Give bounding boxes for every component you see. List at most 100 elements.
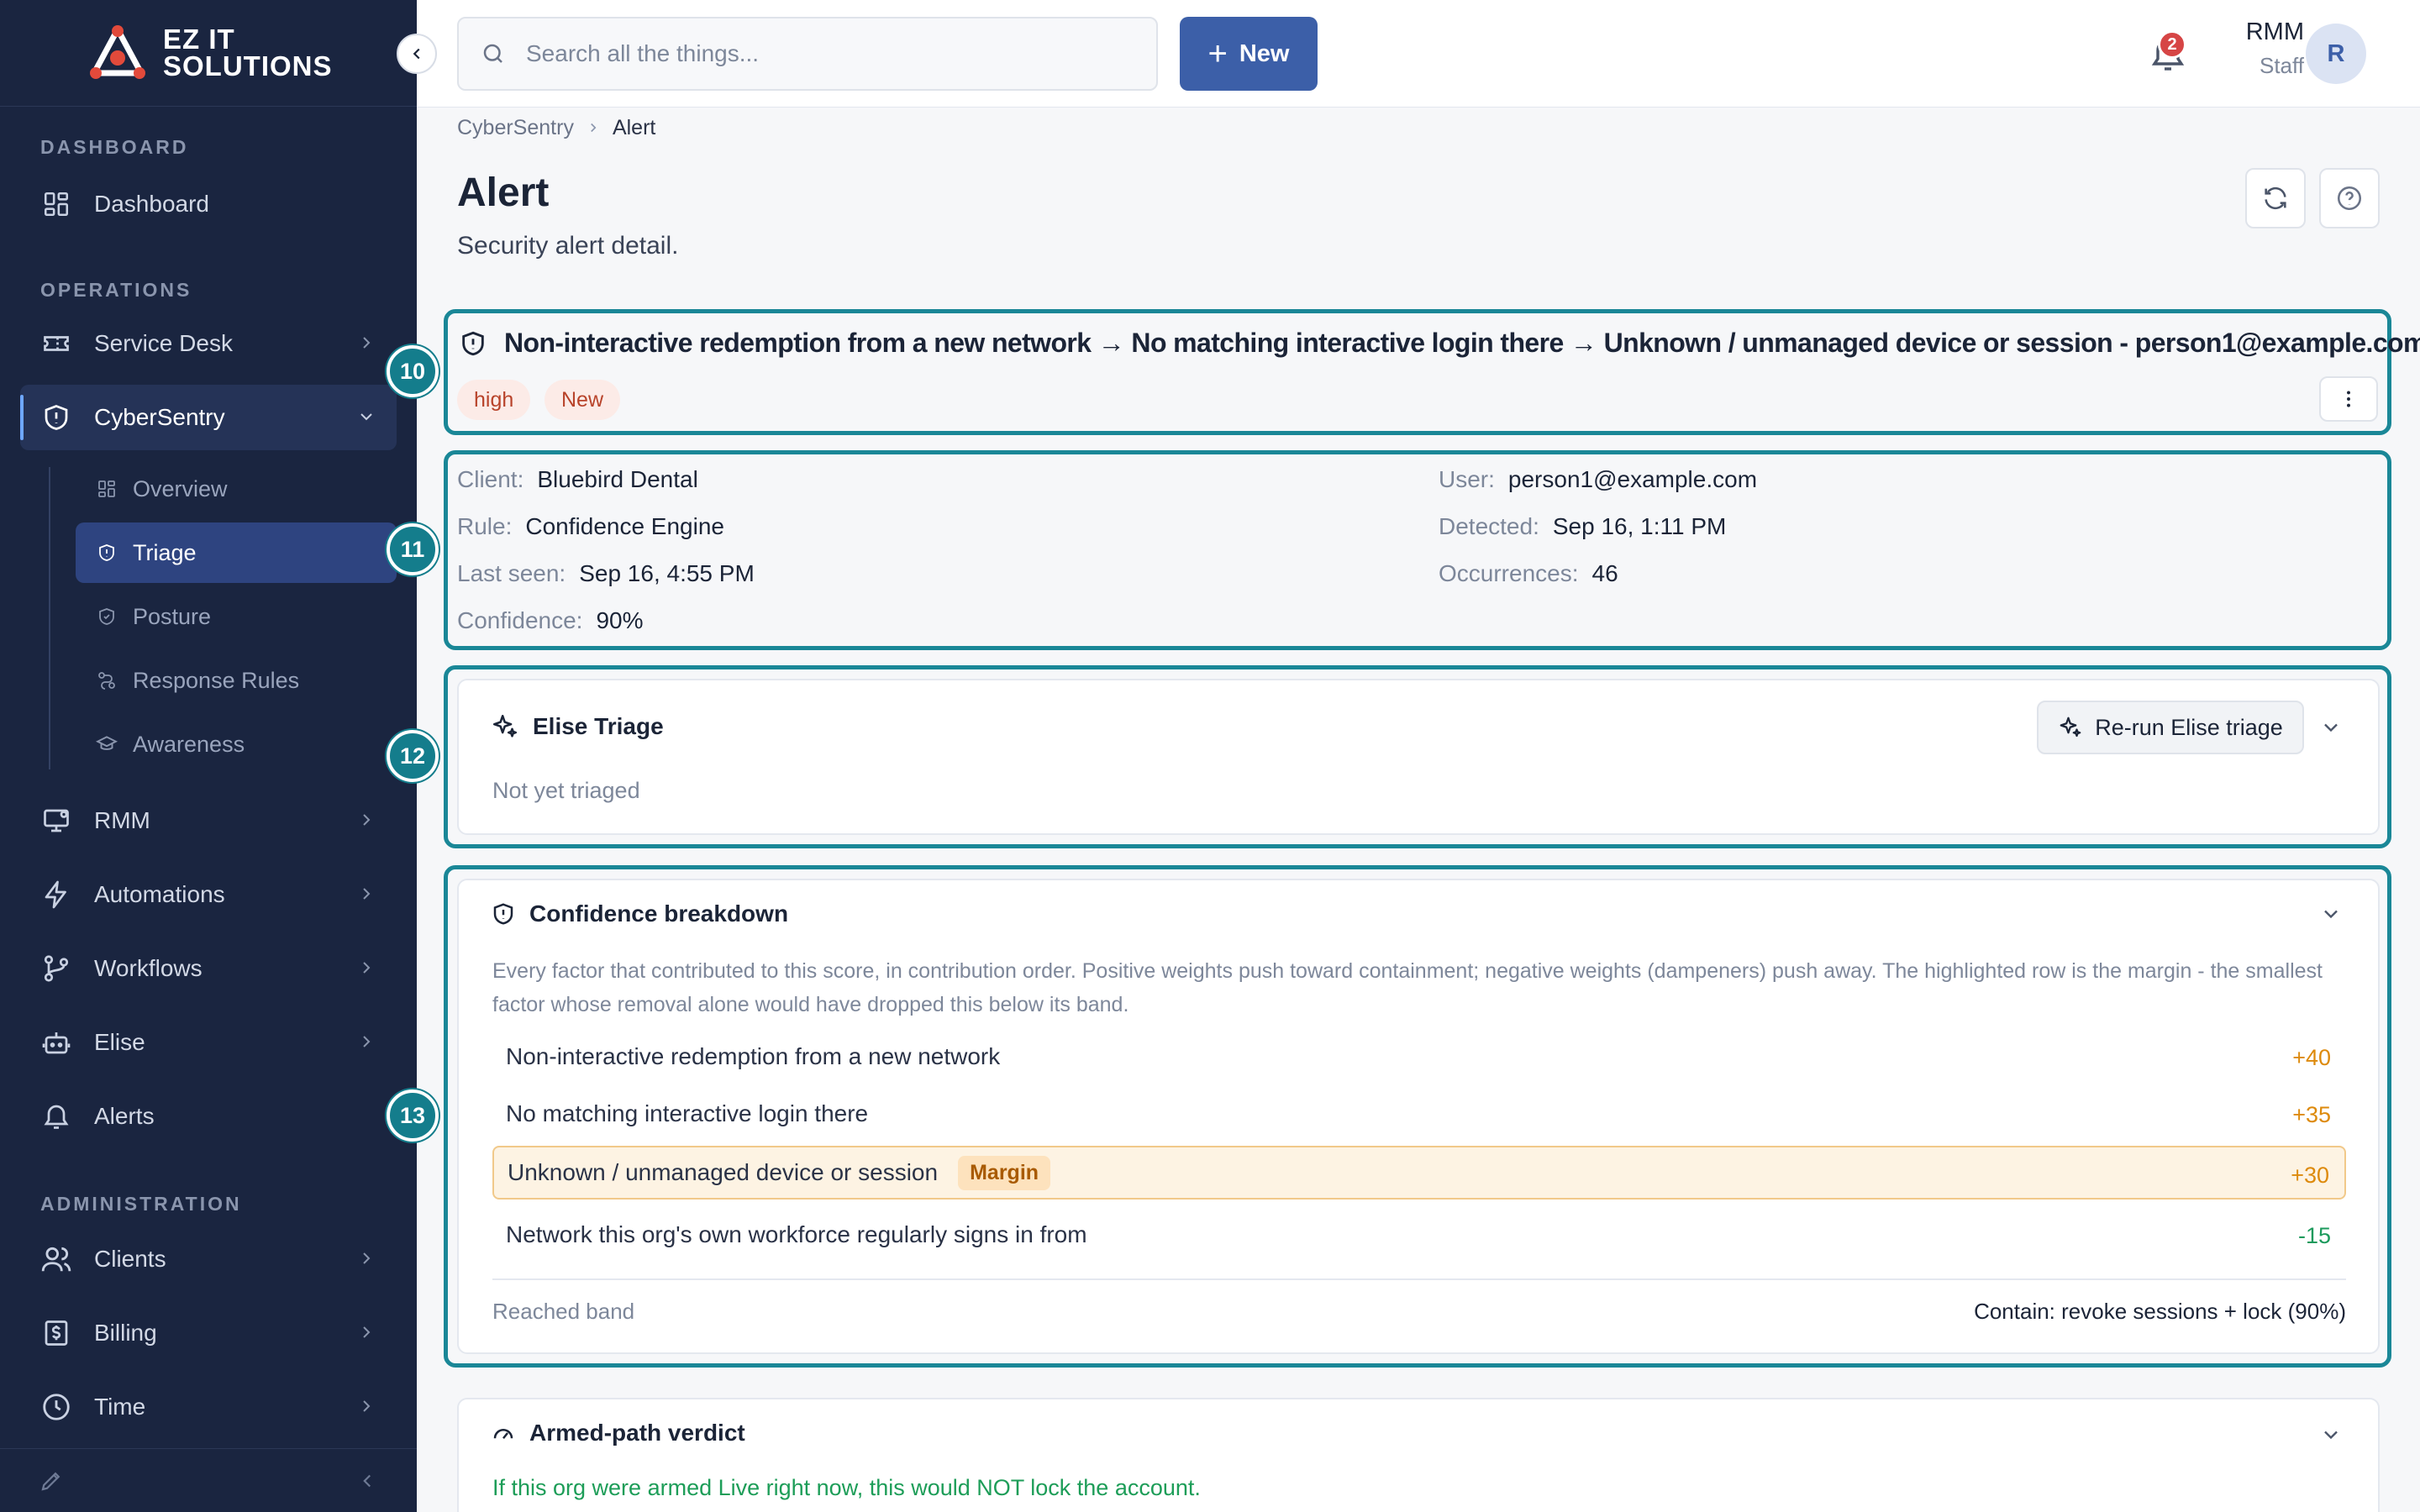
factor-weight: +35 <box>2292 1102 2331 1127</box>
bell-icon <box>40 1100 72 1132</box>
breadcrumb: CyberSentry Alert <box>457 111 655 144</box>
chevron-right-icon <box>363 1036 371 1047</box>
chevron-left-icon[interactable] <box>356 1470 378 1492</box>
refresh-icon <box>2265 186 2286 210</box>
more-actions-button[interactable] <box>2319 376 2378 422</box>
chevron-down-icon[interactable] <box>2319 716 2343 739</box>
severity-badge: high <box>457 380 531 420</box>
user-menu[interactable]: RMM Staff <box>2207 18 2304 79</box>
sidebar-item-time[interactable]: Time <box>20 1374 397 1440</box>
sidebar-subitem-triage[interactable]: Triage <box>76 522 397 583</box>
sidebar-item-rmm[interactable]: RMM <box>20 788 397 853</box>
detail-rule: Rule: Confidence Engine <box>457 513 724 539</box>
detail-client: Client: Bluebird Dental <box>457 466 698 492</box>
breakdown-description: Every factor that contributed to this sc… <box>492 959 2323 1016</box>
clock-icon <box>40 1391 72 1423</box>
marker-11: 11 <box>387 523 439 575</box>
chevron-right-icon <box>363 1252 371 1264</box>
ticket-icon <box>40 328 72 360</box>
chevron-right-icon <box>363 337 371 349</box>
status-badge: New <box>544 380 621 420</box>
sidebar-item-dashboard[interactable]: Dashboard <box>20 171 397 237</box>
sidebar-subitem-response-rules[interactable]: Response Rules <box>76 650 397 711</box>
sidebar-item-label: Dashboard <box>94 191 209 217</box>
sidebar-subitem-posture[interactable]: Posture <box>76 586 397 647</box>
factor-weight: -15 <box>2297 1223 2331 1248</box>
sidebar-item-cybersentry[interactable]: CyberSentry <box>20 385 397 450</box>
chevron-right-icon <box>363 888 371 900</box>
verdict-title: Armed-path verdict <box>491 1420 745 1446</box>
search-input[interactable] <box>526 40 1131 67</box>
help-button[interactable] <box>2319 168 2380 228</box>
user-role: Staff <box>2259 53 2304 78</box>
page-subtitle: Security alert detail. <box>457 232 679 260</box>
bot-icon <box>40 1026 72 1058</box>
marker-10: 10 <box>387 345 439 397</box>
factor-weight: +30 <box>2291 1163 2329 1188</box>
triage-title: Elise Triage <box>491 712 664 741</box>
route-icon <box>96 669 118 691</box>
breadcrumb-parent[interactable]: CyberSentry <box>457 116 574 140</box>
sidebar-item-label: Service Desk <box>94 330 233 356</box>
sidebar-item-elise[interactable]: Elise <box>20 1010 397 1075</box>
shield-icon <box>40 402 72 433</box>
breakdown-title: Confidence breakdown <box>491 900 788 927</box>
search-box[interactable] <box>457 17 1158 91</box>
new-button[interactable]: + New <box>1180 17 1318 91</box>
factor-row-margin: Unknown / unmanaged device or session Ma… <box>492 1146 2346 1200</box>
grid-icon <box>96 478 118 500</box>
chevron-right-icon <box>586 120 601 135</box>
detail-confidence: Confidence: 90% <box>457 607 644 633</box>
alert-details-highlight <box>444 450 2391 650</box>
monitor-icon <box>40 805 72 837</box>
sidebar-item-clients[interactable]: Clients <box>20 1226 397 1292</box>
shield-alert-icon <box>491 901 516 927</box>
graduation-cap-icon <box>96 733 118 755</box>
pencil-icon[interactable] <box>39 1468 64 1494</box>
reached-band-value: Contain: revoke sessions + lock (90%) <box>1974 1299 2346 1324</box>
page-title: Alert <box>457 171 550 215</box>
brand-name: EZ IT SOLUTIONS <box>163 24 333 81</box>
chevron-left-icon <box>413 48 420 60</box>
grid-icon <box>40 188 72 220</box>
brand[interactable]: EZ IT SOLUTIONS <box>0 0 417 107</box>
chevron-down-icon <box>360 413 372 421</box>
sidebar-item-alerts[interactable]: Alerts <box>20 1084 397 1149</box>
triage-status: Not yet triaged <box>492 778 640 803</box>
section-dashboard: DASHBOARD <box>40 136 189 158</box>
gauge-icon <box>491 1420 516 1446</box>
detail-last-seen: Last seen: Sep 16, 4:55 PM <box>457 560 755 586</box>
topbar: + New 2 RMM Staff R <box>417 0 2420 108</box>
breadcrumb-current: Alert <box>612 115 656 139</box>
sidebar-collapse-button[interactable] <box>397 34 437 74</box>
submenu-line <box>49 467 50 769</box>
sparkles-icon <box>491 712 519 741</box>
detail-user: User: person1@example.com <box>1439 466 1758 492</box>
section-administration: ADMINISTRATION <box>40 1193 242 1215</box>
factor-row: Network this org's own workforce regular… <box>506 1221 2331 1248</box>
sidebar-item-billing[interactable]: Billing <box>20 1300 397 1366</box>
section-operations: OPERATIONS <box>40 279 192 301</box>
detail-detected: Detected: Sep 16, 1:11 PM <box>1439 513 1727 539</box>
search-icon <box>483 44 502 63</box>
rerun-triage-button[interactable]: Re-run Elise triage <box>2037 701 2304 754</box>
sidebar-subitem-overview[interactable]: Overview <box>76 459 397 519</box>
sparkles-icon <box>2058 715 2083 740</box>
reached-band-label: Reached band <box>492 1299 635 1324</box>
git-branch-icon <box>40 953 72 984</box>
sidebar-item-service-desk[interactable]: Service Desk <box>20 311 397 376</box>
chevron-right-icon <box>363 1400 371 1412</box>
chevron-down-icon[interactable] <box>2319 902 2343 926</box>
avatar[interactable]: R <box>2306 24 2366 84</box>
marker-13: 13 <box>387 1089 439 1142</box>
chevron-down-icon[interactable] <box>2319 1423 2343 1446</box>
help-circle-icon <box>2337 186 2362 211</box>
marker-12: 12 <box>387 730 439 782</box>
sidebar-subitem-awareness[interactable]: Awareness <box>76 714 397 774</box>
sidebar-item-workflows[interactable]: Workflows <box>20 936 397 1001</box>
factor-row: No matching interactive login there +35 <box>506 1100 2331 1127</box>
sidebar-item-automations[interactable]: Automations <box>20 862 397 927</box>
refresh-button[interactable] <box>2245 168 2306 228</box>
sidebar-item-label: CyberSentry <box>94 404 225 430</box>
chevron-right-icon <box>363 1326 371 1338</box>
